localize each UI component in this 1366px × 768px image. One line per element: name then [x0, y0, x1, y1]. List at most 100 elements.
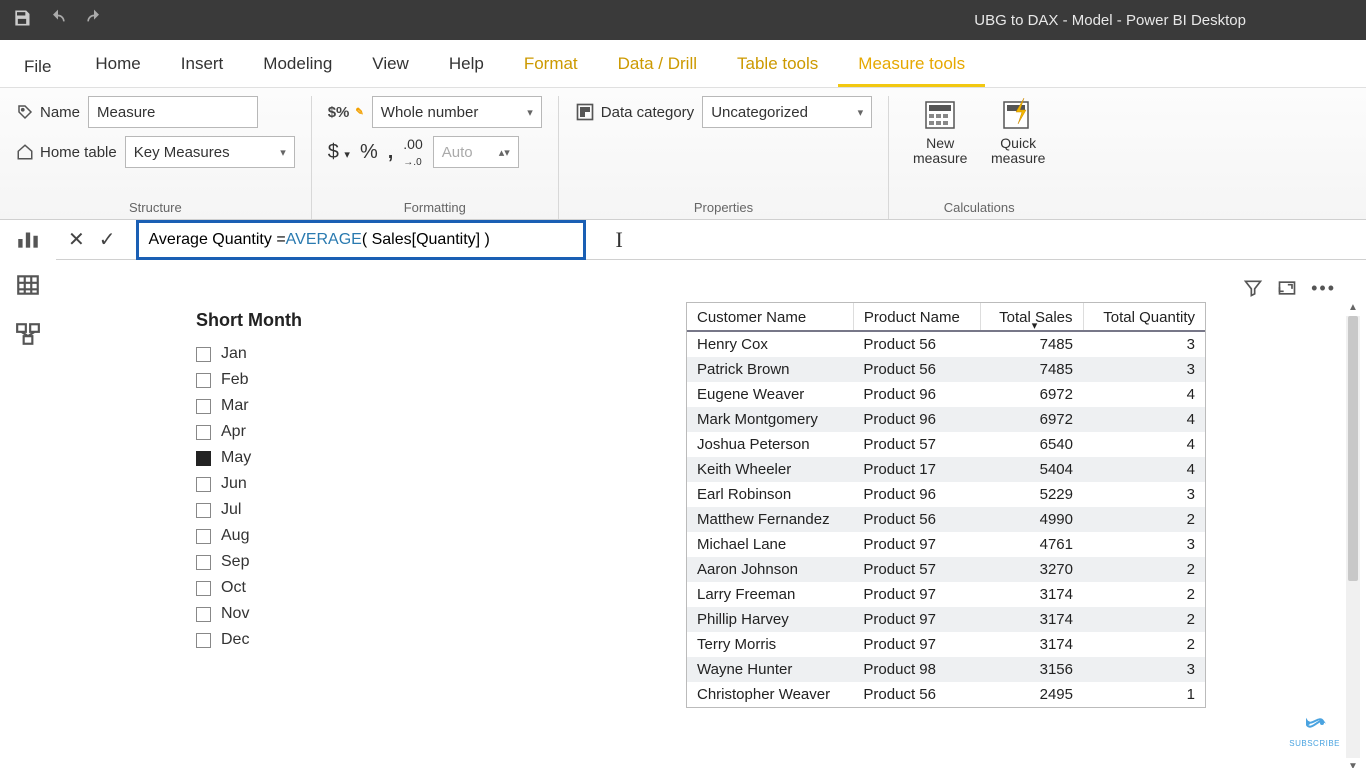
tab-measure-tools[interactable]: Measure tools: [838, 42, 985, 87]
slicer-option[interactable]: Oct: [196, 575, 396, 601]
scrollbar-thumb[interactable]: [1348, 316, 1358, 581]
more-options-icon[interactable]: •••: [1311, 278, 1336, 303]
table-cell: 3: [1083, 357, 1205, 382]
slicer-option-label: Oct: [221, 579, 246, 597]
checkbox-icon[interactable]: [196, 529, 211, 544]
file-tab[interactable]: File: [0, 45, 75, 87]
table-cell: 4: [1083, 432, 1205, 457]
undo-icon[interactable]: [48, 8, 68, 33]
table-cell: 2: [1083, 607, 1205, 632]
home-table-label: Home table: [16, 143, 117, 161]
quick-measure-button[interactable]: Quick measure: [983, 96, 1053, 167]
tab-table-tools[interactable]: Table tools: [717, 42, 838, 87]
focus-mode-icon[interactable]: [1277, 278, 1297, 303]
table-cell: Earl Robinson: [687, 482, 853, 507]
table-row[interactable]: Christopher WeaverProduct 5624951: [687, 682, 1205, 707]
checkbox-icon[interactable]: [196, 373, 211, 388]
currency-button[interactable]: $ ▾: [328, 141, 350, 164]
table-cell: 3: [1083, 331, 1205, 357]
column-header[interactable]: Total Sales: [980, 303, 1083, 331]
model-view-icon[interactable]: [15, 321, 41, 352]
table-cell: Product 96: [853, 382, 980, 407]
checkbox-icon[interactable]: [196, 425, 211, 440]
table-row[interactable]: Terry MorrisProduct 9731742: [687, 632, 1205, 657]
table-row[interactable]: Phillip HarveyProduct 9731742: [687, 607, 1205, 632]
table-cell: 3: [1083, 482, 1205, 507]
table-row[interactable]: Earl RobinsonProduct 9652293: [687, 482, 1205, 507]
table-row[interactable]: Keith WheelerProduct 1754044: [687, 457, 1205, 482]
commit-formula-icon[interactable]: ✓: [99, 227, 116, 252]
home-table-select[interactable]: Key Measures▾: [125, 136, 295, 168]
checkbox-icon[interactable]: [196, 581, 211, 596]
table-row[interactable]: Wayne HunterProduct 9831563: [687, 657, 1205, 682]
checkbox-icon[interactable]: [196, 555, 211, 570]
tab-modeling[interactable]: Modeling: [243, 42, 352, 87]
cancel-formula-icon[interactable]: ✕: [68, 227, 85, 252]
report-canvas[interactable]: ••• Short Month JanFebMarAprMayJunJulAug…: [56, 260, 1366, 768]
checkbox-icon[interactable]: [196, 399, 211, 414]
table-row[interactable]: Michael LaneProduct 9747613: [687, 532, 1205, 557]
checkbox-icon[interactable]: [196, 633, 211, 648]
checkbox-icon[interactable]: [196, 477, 211, 492]
table-cell: 3: [1083, 657, 1205, 682]
column-header[interactable]: Customer Name: [687, 303, 853, 331]
checkbox-icon[interactable]: [196, 347, 211, 362]
checkbox-icon[interactable]: [196, 607, 211, 622]
decimal-button[interactable]: .00→.0: [403, 136, 422, 168]
slicer-option[interactable]: Apr: [196, 419, 396, 445]
thousands-button[interactable]: ,: [388, 141, 394, 164]
slicer-option[interactable]: Feb: [196, 367, 396, 393]
table-row[interactable]: Henry CoxProduct 5674853: [687, 331, 1205, 357]
table-cell: Product 17: [853, 457, 980, 482]
percent-button[interactable]: %: [360, 141, 378, 164]
data-view-icon[interactable]: [15, 272, 41, 303]
table-row[interactable]: Eugene WeaverProduct 9669724: [687, 382, 1205, 407]
table-cell: 7485: [980, 357, 1083, 382]
tab-data-drill[interactable]: Data / Drill: [598, 42, 717, 87]
table-row[interactable]: Matthew FernandezProduct 5649902: [687, 507, 1205, 532]
new-measure-button[interactable]: New measure: [905, 96, 975, 167]
slicer-option[interactable]: Jan: [196, 341, 396, 367]
vertical-scrollbar[interactable]: ▲ ▼: [1346, 316, 1360, 758]
formula-bar[interactable]: Average Quantity = AVERAGE ( Sales[Quant…: [136, 220, 586, 260]
table-cell: Larry Freeman: [687, 582, 853, 607]
column-header[interactable]: Total Quantity: [1083, 303, 1205, 331]
app-title: UBG to DAX - Model - Power BI Desktop: [974, 12, 1246, 29]
report-view-icon[interactable]: [15, 226, 41, 257]
filter-icon[interactable]: [1243, 278, 1263, 303]
column-header[interactable]: Product Name: [853, 303, 980, 331]
table-row[interactable]: Patrick BrownProduct 5674853: [687, 357, 1205, 382]
table-row[interactable]: Mark MontgomeryProduct 9669724: [687, 407, 1205, 432]
checkbox-icon[interactable]: [196, 451, 211, 466]
slicer-option[interactable]: Jun: [196, 471, 396, 497]
slicer-option[interactable]: Nov: [196, 601, 396, 627]
scroll-down-icon[interactable]: ▼: [1346, 761, 1360, 768]
redo-icon[interactable]: [84, 8, 104, 33]
table-row[interactable]: Joshua PetersonProduct 5765404: [687, 432, 1205, 457]
table-cell: Aaron Johnson: [687, 557, 853, 582]
tab-insert[interactable]: Insert: [161, 42, 244, 87]
table-cell: Product 56: [853, 357, 980, 382]
slicer-option[interactable]: Dec: [196, 627, 396, 653]
slicer-short-month[interactable]: Short Month JanFebMarAprMayJunJulAugSepO…: [196, 310, 396, 653]
slicer-option[interactable]: Aug: [196, 523, 396, 549]
tab-format[interactable]: Format: [504, 42, 598, 87]
table-visual[interactable]: Customer NameProduct NameTotal SalesTota…: [686, 302, 1206, 708]
save-icon[interactable]: [12, 8, 32, 33]
tab-home[interactable]: Home: [75, 42, 160, 87]
slicer-option[interactable]: Jul: [196, 497, 396, 523]
slicer-option[interactable]: Mar: [196, 393, 396, 419]
tab-help[interactable]: Help: [429, 42, 504, 87]
measure-name-input[interactable]: [88, 96, 258, 128]
tab-view[interactable]: View: [352, 42, 429, 87]
slicer-option[interactable]: Sep: [196, 549, 396, 575]
table-row[interactable]: Aaron JohnsonProduct 5732702: [687, 557, 1205, 582]
checkbox-icon[interactable]: [196, 503, 211, 518]
table-row[interactable]: Larry FreemanProduct 9731742: [687, 582, 1205, 607]
decimal-places-input[interactable]: Auto▴▾: [433, 136, 519, 168]
data-category-select[interactable]: Uncategorized▾: [702, 96, 872, 128]
slicer-option[interactable]: May: [196, 445, 396, 471]
scroll-up-icon[interactable]: ▲: [1346, 302, 1360, 313]
format-select[interactable]: Whole number▾: [372, 96, 542, 128]
table-cell: Michael Lane: [687, 532, 853, 557]
